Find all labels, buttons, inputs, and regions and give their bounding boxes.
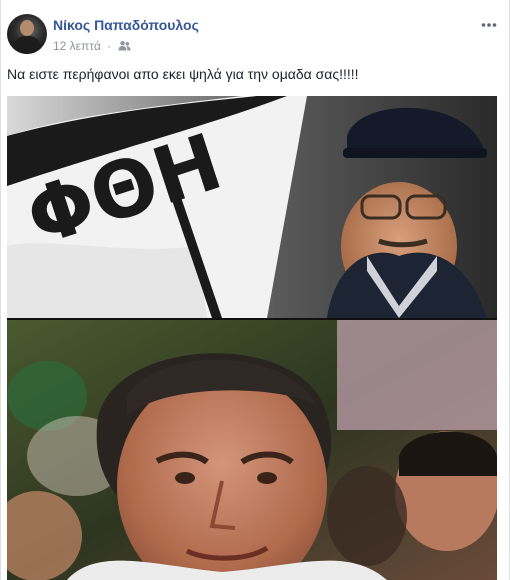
author-name[interactable]: Νίκος Παπαδόπουλος bbox=[53, 17, 199, 33]
post-meta: 12 λεπτά · bbox=[53, 39, 131, 55]
post-header: Νίκος Παπαδόπουλος 12 λεπτά · bbox=[1, 0, 509, 62]
author-avatar[interactable] bbox=[7, 14, 47, 54]
post-photo[interactable]: ΦΘΗ bbox=[7, 96, 497, 580]
post-timestamp[interactable]: 12 λεπτά bbox=[53, 39, 101, 53]
more-horizontal-icon[interactable] bbox=[481, 16, 497, 27]
bottom-photo-panel bbox=[7, 320, 497, 580]
friends-icon[interactable] bbox=[118, 40, 131, 55]
facebook-post: Νίκος Παπαδόπουλος 12 λεπτά · Να ειστε π… bbox=[0, 0, 510, 580]
top-photo-panel: ΦΘΗ bbox=[7, 96, 497, 318]
photo-collage: ΦΘΗ bbox=[7, 96, 497, 580]
post-message: Να ειστε περήφανοι απο εκει ψηλά για την… bbox=[7, 66, 359, 82]
meta-separator: · bbox=[107, 39, 112, 53]
